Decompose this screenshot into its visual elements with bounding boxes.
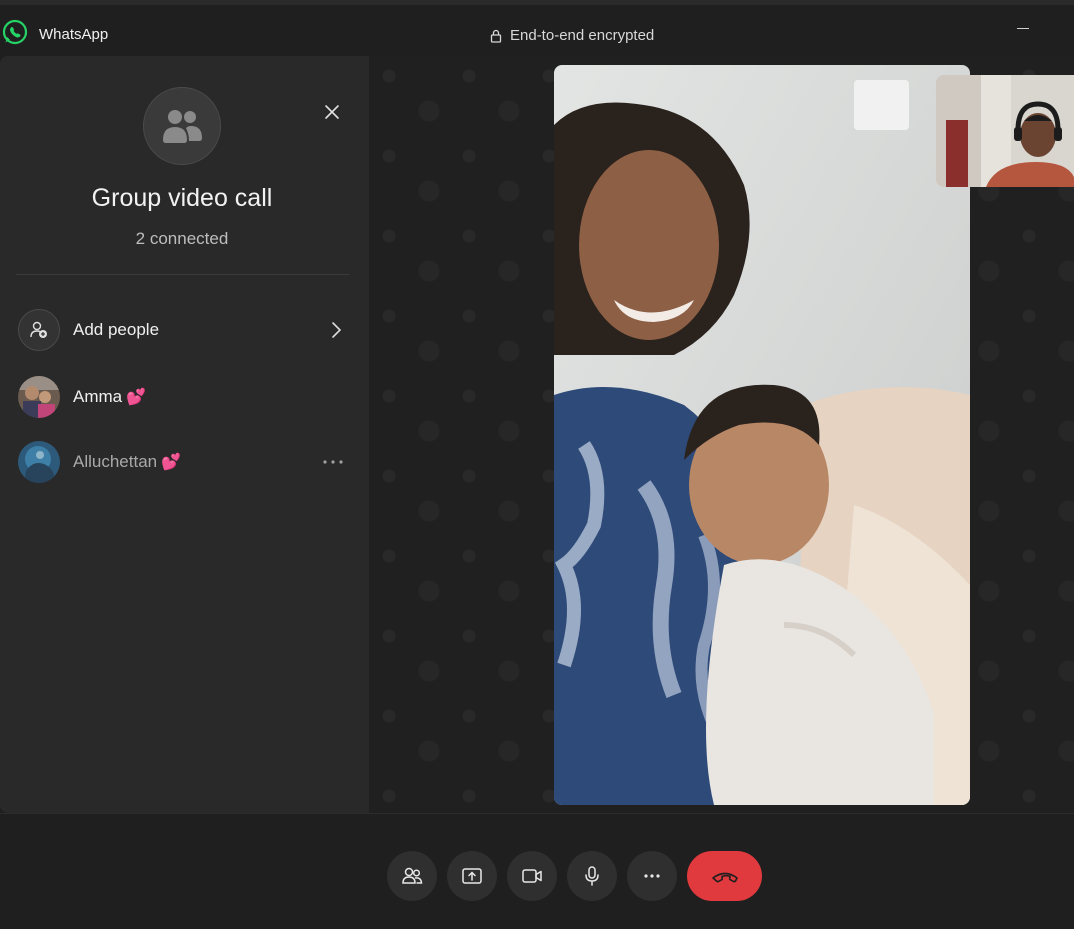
- video-camera-icon: [522, 869, 542, 883]
- end-call-button[interactable]: [687, 851, 762, 901]
- remote-video-frame: [554, 65, 970, 805]
- participant-item[interactable]: Amma 💕: [18, 375, 348, 419]
- participant-name: Amma 💕: [73, 387, 147, 406]
- share-screen-icon: [462, 868, 482, 884]
- encryption-status: End-to-end encrypted: [490, 27, 654, 44]
- group-icon: [163, 110, 202, 143]
- self-video-preview[interactable]: [936, 75, 1074, 187]
- more-options-button[interactable]: [627, 851, 677, 901]
- add-people-label: Add people: [73, 320, 160, 339]
- whatsapp-logo-icon: [2, 19, 28, 45]
- more-options-icon[interactable]: [322, 458, 344, 466]
- video-toggle-button[interactable]: [507, 851, 557, 901]
- mute-button[interactable]: [567, 851, 617, 901]
- avatar: [18, 441, 60, 483]
- title-bar: WhatsApp End-to-end encrypted: [0, 0, 1074, 56]
- add-person-icon: [30, 321, 47, 338]
- participant-name: Alluchettan 💕: [73, 452, 182, 471]
- lock-icon: [490, 29, 502, 43]
- people-icon: [402, 867, 423, 884]
- call-controls: [0, 813, 1074, 929]
- microphone-icon: [585, 866, 599, 886]
- add-people-avatar: [18, 309, 60, 351]
- close-icon: [325, 105, 339, 119]
- group-avatar: [143, 87, 221, 165]
- self-video-frame: [936, 75, 1074, 187]
- share-screen-button[interactable]: [447, 851, 497, 901]
- participants-button[interactable]: [387, 851, 437, 901]
- add-people-button[interactable]: Add people: [18, 308, 348, 352]
- divider: [16, 274, 349, 275]
- connected-count: 2 connected: [135, 229, 229, 248]
- two-hearts-icon: 💕: [126, 387, 147, 406]
- app-name: WhatsApp: [39, 26, 109, 43]
- hang-up-icon: [711, 872, 738, 883]
- encryption-label: End-to-end encrypted: [510, 27, 655, 44]
- participant-item[interactable]: Alluchettan 💕: [18, 440, 348, 484]
- two-hearts-icon: 💕: [161, 452, 182, 471]
- avatar: [18, 376, 60, 418]
- more-icon: [644, 874, 660, 878]
- minimize-button[interactable]: [1016, 15, 1030, 37]
- close-panel-button[interactable]: [320, 100, 344, 124]
- call-info-panel: Group video call 2 connected Add people: [0, 56, 369, 813]
- remote-video[interactable]: [554, 65, 970, 805]
- call-title: Group video call: [91, 184, 273, 212]
- chevron-right-icon: [332, 322, 342, 338]
